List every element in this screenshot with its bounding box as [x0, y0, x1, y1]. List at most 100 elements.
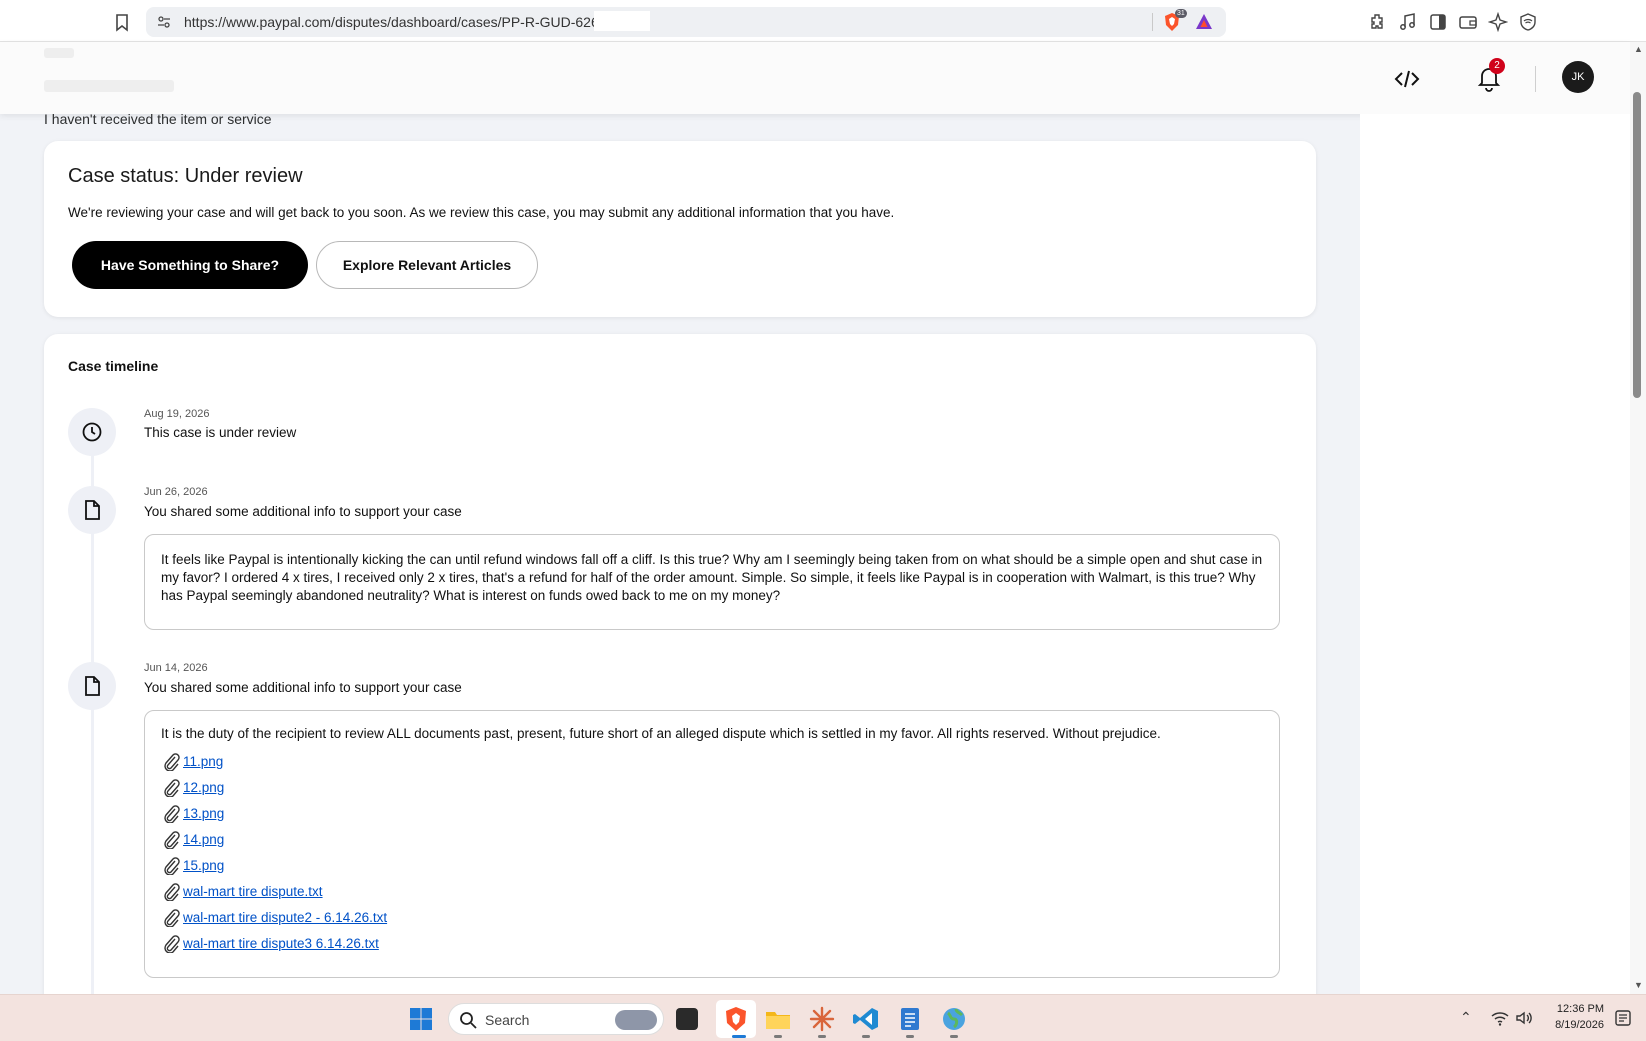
site-info-icon[interactable]	[156, 14, 172, 30]
attachment-link[interactable]: 15.png	[183, 857, 224, 875]
code-icon[interactable]	[1394, 66, 1420, 92]
attachment-link[interactable]: 11.png	[183, 753, 223, 771]
extensions-icon[interactable]	[1368, 12, 1388, 32]
attachment-link[interactable]: 14.png	[183, 831, 224, 849]
timeline-event-text: This case is under review	[144, 425, 297, 440]
document-icon	[85, 500, 100, 520]
timeline-event-text: You shared some additional info to suppo…	[144, 504, 462, 519]
paperclip-icon	[164, 883, 180, 901]
paperclip-icon	[164, 779, 180, 797]
notification-count-badge: 2	[1489, 58, 1505, 74]
attachment-item[interactable]: wal-mart tire dispute3 6.14.26.txt	[161, 931, 1263, 957]
windows-taskbar: Search ⌃ 12:36 PM 8/19/2026	[0, 994, 1646, 1041]
scroll-thumb[interactable]	[1633, 92, 1641, 398]
attachment-link[interactable]: wal-mart tire dispute2 - 6.14.26.txt	[183, 909, 387, 927]
globe-app-icon[interactable]	[940, 1005, 968, 1033]
clock-time: 12:36 PM	[1556, 1003, 1604, 1015]
notification-center-icon[interactable]	[1614, 1009, 1632, 1027]
paperclip-icon	[164, 909, 180, 927]
timeline-event-date: Jun 26, 2026	[144, 486, 208, 498]
clock-icon	[82, 422, 102, 442]
task-view-icon[interactable]	[676, 1008, 698, 1030]
shield-count-badge: 31	[1175, 9, 1187, 18]
paperclip-icon	[164, 831, 180, 849]
case-status-card: Case status: Under review We're reviewin…	[44, 141, 1316, 317]
wallet-icon[interactable]	[1458, 12, 1478, 32]
paperclip-icon	[164, 857, 180, 875]
divider	[1152, 13, 1153, 31]
timeline-event-icon	[68, 486, 116, 534]
attachment-link[interactable]: 13.png	[183, 805, 224, 823]
timeline-event-date: Jun 14, 2026	[144, 662, 208, 674]
site-header: 2 JK	[0, 42, 1630, 114]
running-indicator	[950, 1035, 958, 1038]
attachment-link[interactable]: wal-mart tire dispute.txt	[183, 883, 323, 901]
explore-articles-button[interactable]: Explore Relevant Articles	[316, 241, 538, 289]
address-bar[interactable]: https://www.paypal.com/disputes/dashboar…	[146, 7, 1226, 37]
paperclip-icon	[164, 753, 180, 771]
document-icon	[85, 676, 100, 696]
brave-browser-icon[interactable]	[722, 1005, 750, 1033]
taskbar-search[interactable]: Search	[448, 1003, 664, 1035]
scroll-down-arrow-icon[interactable]: ▼	[1634, 980, 1643, 990]
browser-toolbar: https://www.paypal.com/disputes/dashboar…	[0, 0, 1646, 42]
timeline-event-icon	[68, 662, 116, 710]
sidebar-toggle-icon[interactable]	[1428, 12, 1448, 32]
leo-ai-icon[interactable]	[1488, 12, 1508, 32]
avatar[interactable]: JK	[1562, 61, 1594, 93]
timeline-event-date: Aug 19, 2026	[144, 408, 210, 420]
volume-icon[interactable]	[1514, 1009, 1534, 1027]
header-placeholder	[44, 80, 174, 92]
running-indicator	[906, 1035, 914, 1038]
vpn-shield-icon[interactable]	[1518, 12, 1538, 32]
search-icon	[460, 1012, 477, 1029]
case-timeline-card: Case timeline Aug 19, 2026 This case is …	[44, 334, 1316, 1014]
wifi-icon[interactable]	[1490, 1009, 1510, 1027]
attachment-link[interactable]: wal-mart tire dispute3 6.14.26.txt	[183, 935, 379, 953]
case-status-title: Case status: Under review	[68, 165, 303, 187]
divider	[1535, 66, 1536, 92]
case-status-description: We're reviewing your case and will get b…	[68, 205, 895, 220]
running-indicator	[862, 1035, 870, 1038]
shared-message-text: It is the duty of the recipient to revie…	[161, 726, 1161, 741]
timeline-title: Case timeline	[68, 358, 159, 374]
clock-date: 8/19/2026	[1555, 1019, 1604, 1031]
scroll-up-arrow-icon[interactable]: ▲	[1634, 44, 1643, 54]
bookmark-icon[interactable]	[112, 12, 132, 32]
header-placeholder	[44, 48, 74, 58]
redacted-block	[594, 11, 650, 31]
tray-chevron-icon[interactable]: ⌃	[1460, 1009, 1472, 1026]
page-scrollbar[interactable]: ▲ ▼	[1630, 42, 1646, 994]
brave-rewards-icon[interactable]	[1194, 12, 1214, 32]
attachment-item[interactable]: 12.png	[161, 775, 1263, 801]
music-icon[interactable]	[1398, 12, 1418, 32]
attachment-item[interactable]: wal-mart tire dispute.txt	[161, 879, 1263, 905]
paperclip-icon	[164, 805, 180, 823]
windows-start-icon[interactable]	[409, 1007, 433, 1031]
active-indicator	[732, 1035, 746, 1038]
dispute-reason: I haven't received the item or service	[44, 111, 272, 127]
vscode-icon[interactable]	[852, 1005, 880, 1033]
url-text[interactable]: https://www.paypal.com/disputes/dashboar…	[184, 14, 599, 30]
share-info-button[interactable]: Have Something to Share?	[72, 241, 308, 289]
system-clock[interactable]: 12:36 PM 8/19/2026	[1548, 1001, 1604, 1033]
taskbar-search-label: Search	[485, 1012, 530, 1028]
attachment-item[interactable]: 15.png	[161, 853, 1263, 879]
attachment-item[interactable]: 11.png	[161, 749, 1263, 775]
attachment-item[interactable]: 14.png	[161, 827, 1263, 853]
attachment-item[interactable]: wal-mart tire dispute2 - 6.14.26.txt	[161, 905, 1263, 931]
shared-message-box: It feels like Paypal is intentionally ki…	[144, 534, 1280, 630]
claude-app-icon[interactable]	[808, 1005, 836, 1033]
paperclip-icon	[164, 935, 180, 953]
search-highlight-image	[615, 1010, 657, 1030]
attachment-item[interactable]: 13.png	[161, 801, 1263, 827]
notepad-icon[interactable]	[896, 1005, 924, 1033]
shared-message-text: It feels like Paypal is intentionally ki…	[161, 552, 1263, 603]
running-indicator	[774, 1035, 782, 1038]
right-panel	[1360, 114, 1630, 994]
file-explorer-icon[interactable]	[764, 1005, 792, 1033]
running-indicator	[818, 1035, 826, 1038]
shared-message-box: It is the duty of the recipient to revie…	[144, 710, 1280, 978]
timeline-event-text: You shared some additional info to suppo…	[144, 680, 462, 695]
attachment-link[interactable]: 12.png	[183, 779, 224, 797]
